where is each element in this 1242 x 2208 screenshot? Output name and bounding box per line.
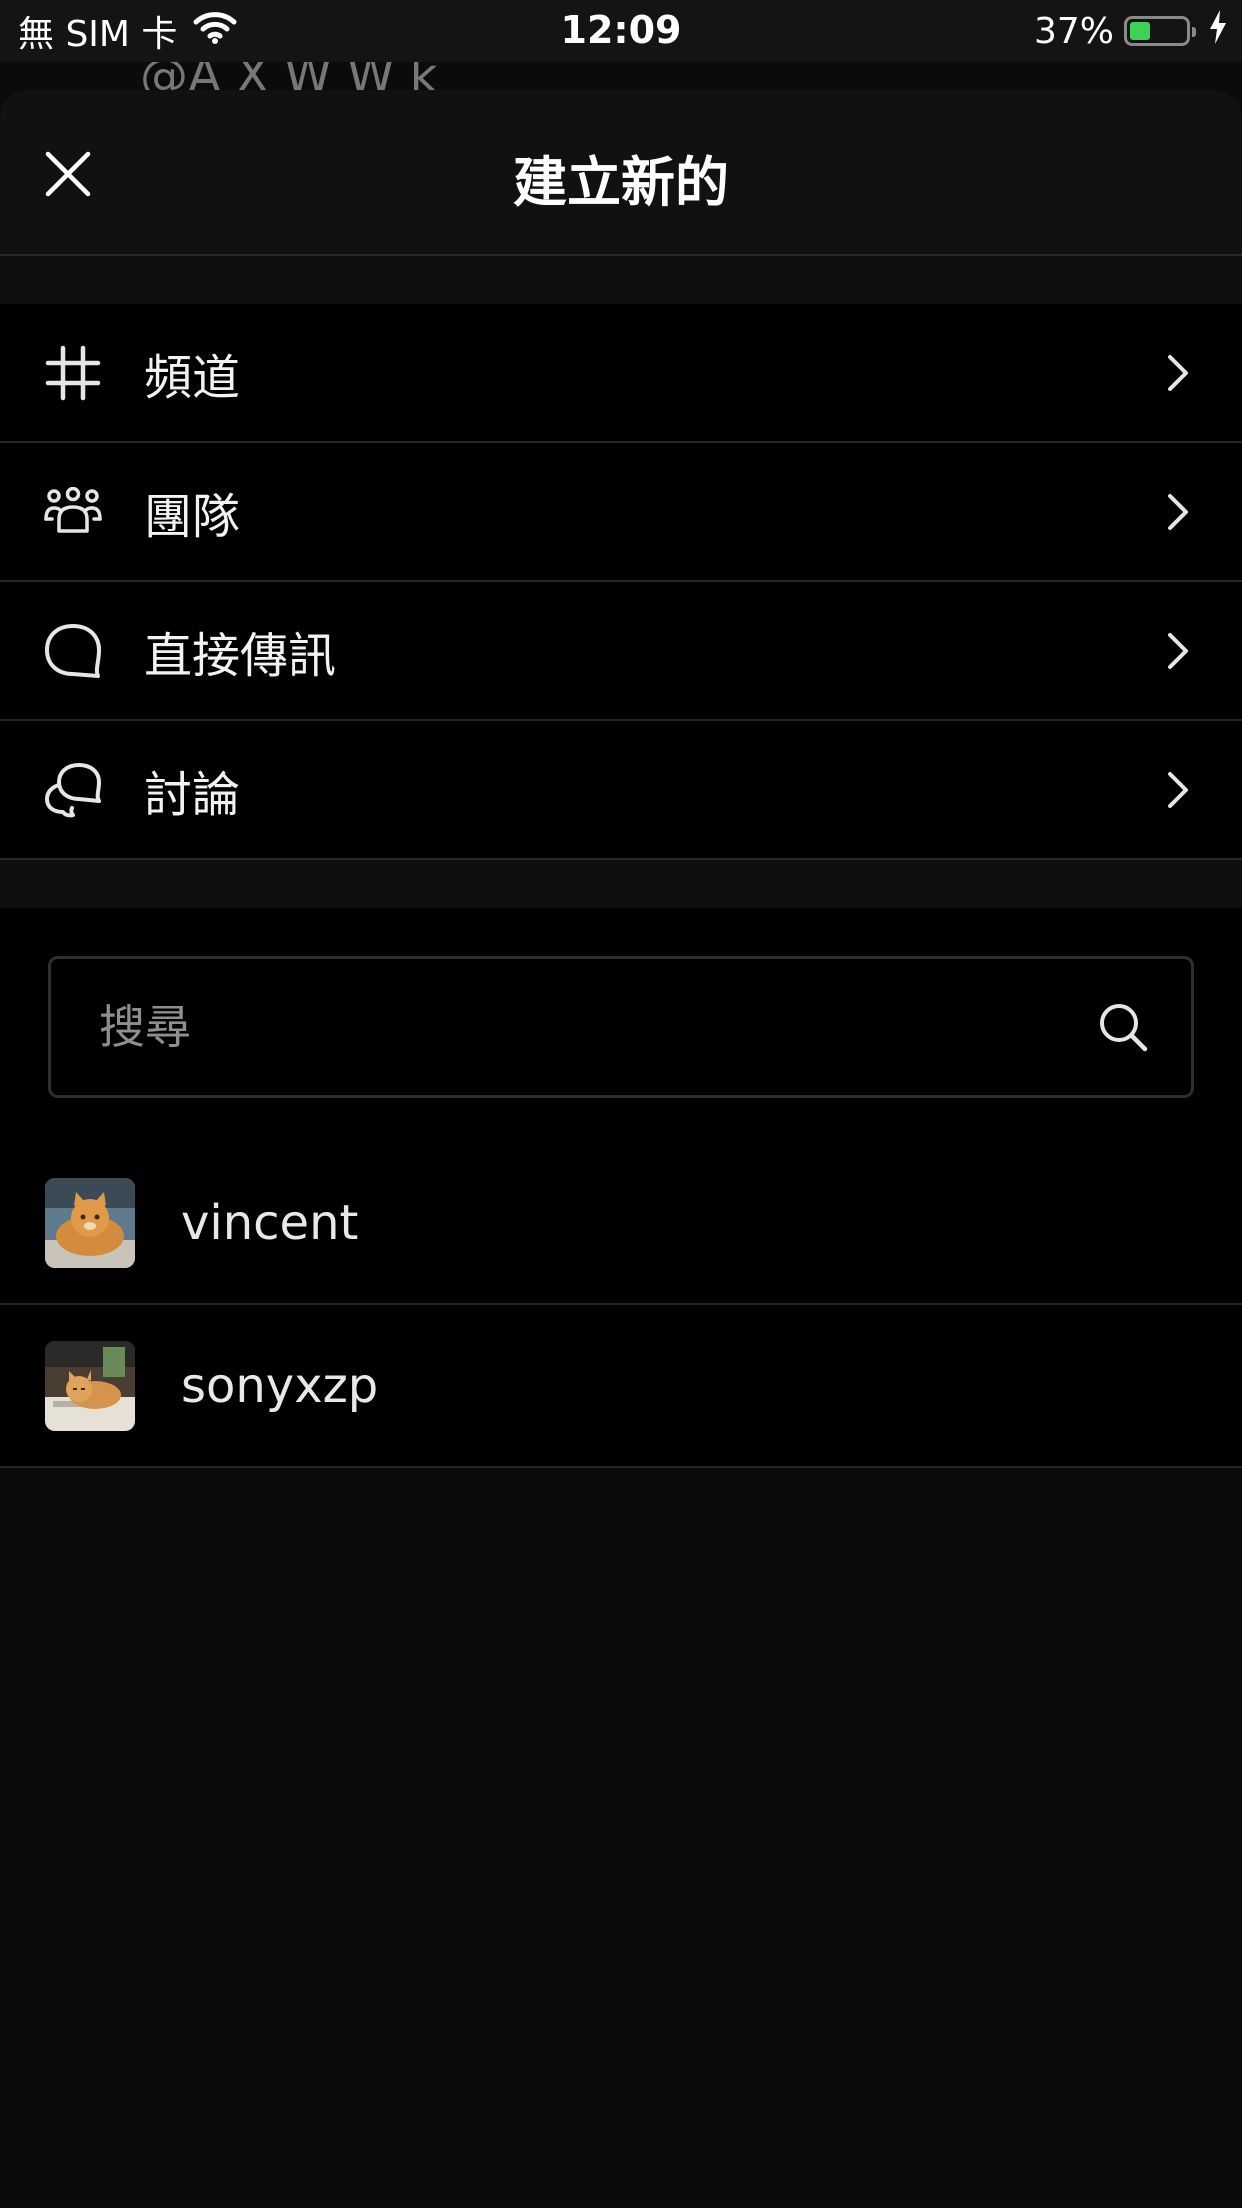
- menu-item-label: 團隊: [144, 488, 241, 545]
- sheet-header: 建立新的: [0, 90, 1242, 256]
- charging-bolt-icon: [1208, 9, 1228, 53]
- chevron-right-icon: [1168, 493, 1188, 530]
- user-name: vincent: [181, 1194, 359, 1251]
- status-bar: 無 SIM 卡 12:09 37%: [0, 0, 1242, 62]
- search-input[interactable]: [51, 958, 1097, 1096]
- search-section: [0, 908, 1242, 1142]
- sheet-title: 建立新的: [513, 151, 729, 214]
- battery-fill: [1130, 22, 1150, 40]
- discussion-icon: [42, 759, 104, 821]
- chevron-right-icon: [1168, 354, 1188, 391]
- menu-item-label: 討論: [144, 766, 241, 823]
- user-list: vincent sonyxzp: [0, 1142, 1242, 1468]
- create-menu-list: 頻道 團隊 直接傳訊 討論: [0, 304, 1242, 860]
- status-right: 37%: [1033, 9, 1228, 53]
- menu-item-label: 頻道: [144, 349, 241, 406]
- user-row-vincent[interactable]: vincent: [0, 1142, 1242, 1305]
- battery-percent: 37%: [1033, 10, 1114, 52]
- hash-icon: [42, 342, 104, 404]
- menu-item-label: 直接傳訊: [144, 627, 337, 684]
- avatar: [45, 1177, 135, 1268]
- menu-item-direct-message[interactable]: 直接傳訊: [0, 582, 1242, 721]
- screen: 無 SIM 卡 12:09 37% @A X W W k 建立新的 頻道 團隊 …: [0, 0, 1242, 2208]
- message-bubble-icon: [42, 620, 104, 682]
- menu-item-team[interactable]: 團隊: [0, 443, 1242, 582]
- search-icon[interactable]: [1097, 1001, 1149, 1053]
- section-spacer: [0, 860, 1242, 908]
- battery-icon: [1124, 16, 1196, 46]
- avatar: [45, 1340, 135, 1431]
- user-row-sonyxzp[interactable]: sonyxzp: [0, 1305, 1242, 1468]
- chevron-right-icon: [1168, 632, 1188, 669]
- user-name: sonyxzp: [181, 1357, 379, 1414]
- search-box: [48, 956, 1194, 1098]
- section-spacer: [0, 256, 1242, 304]
- create-new-sheet: 建立新的 頻道 團隊 直接傳訊 討論 搜尋 vincent sonyxzp: [0, 90, 1242, 2208]
- chevron-right-icon: [1168, 771, 1188, 808]
- team-icon: [42, 481, 104, 543]
- background-username: @A X W W k: [140, 62, 438, 90]
- menu-item-channel[interactable]: 頻道: [0, 304, 1242, 443]
- menu-item-discussion[interactable]: 討論: [0, 721, 1242, 860]
